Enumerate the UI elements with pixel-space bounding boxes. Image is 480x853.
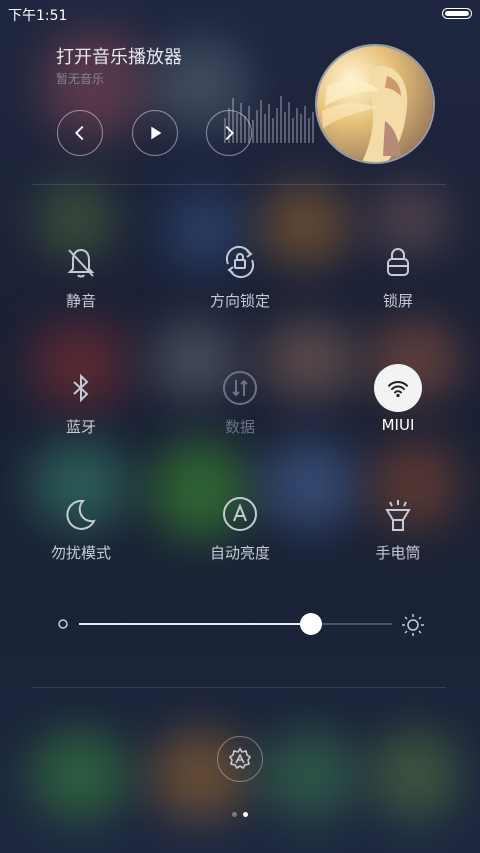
sun-small-icon — [58, 619, 68, 629]
page-dot-active — [243, 812, 248, 817]
status-time: 下午1:51 — [8, 8, 68, 24]
bluetooth-icon — [57, 364, 105, 412]
toggle-do-not-disturb[interactable]: 勿扰模式 — [21, 490, 141, 563]
brightness-slider-fill — [79, 623, 311, 625]
toggle-label: 手电筒 — [375, 544, 421, 562]
wifi-icon — [374, 364, 422, 412]
toggle-label: MIUI — [381, 416, 415, 434]
rotation-lock-icon — [216, 238, 264, 286]
toggle-label: 勿扰模式 — [50, 544, 111, 562]
auto-brightness-icon — [216, 490, 264, 538]
toggle-mobile-data[interactable]: 数据 — [180, 364, 300, 437]
toggle-rotation-lock[interactable]: 方向锁定 — [180, 238, 300, 311]
toggle-wifi[interactable]: MIUI — [338, 364, 458, 434]
battery-icon — [442, 8, 472, 19]
toggle-lock-screen[interactable]: 锁屏 — [338, 238, 458, 311]
toggle-label: 方向锁定 — [209, 292, 270, 310]
toggle-mute[interactable]: 静音 — [21, 238, 141, 311]
toggle-label: 蓝牙 — [65, 418, 96, 436]
album-art[interactable] — [315, 44, 435, 164]
toggle-flashlight[interactable]: 手电筒 — [338, 490, 458, 563]
toggle-label: 静音 — [65, 292, 96, 310]
brightness-slider-thumb[interactable] — [299, 613, 322, 635]
brightness-slider[interactable] — [79, 613, 392, 635]
music-subtitle: 暂无音乐 — [56, 72, 105, 86]
divider-bottom — [32, 687, 446, 688]
toggle-label: 自动亮度 — [209, 544, 270, 562]
status-bar: 下午1:51 — [0, 0, 480, 28]
data-transfer-icon — [216, 364, 264, 412]
bell-off-icon — [57, 238, 105, 286]
play-icon — [151, 126, 162, 140]
toggle-label: 锁屏 — [382, 292, 413, 310]
page-dot — [232, 812, 237, 817]
play-button[interactable] — [132, 110, 178, 156]
page-indicator — [228, 812, 252, 818]
music-title[interactable]: 打开音乐播放器 — [56, 43, 182, 69]
equalizer-visualizer — [224, 96, 314, 143]
flashlight-icon — [374, 490, 422, 538]
toggle-bluetooth[interactable]: 蓝牙 — [21, 364, 141, 437]
lock-icon — [374, 238, 422, 286]
previous-button[interactable] — [57, 110, 103, 156]
settings-button[interactable] — [217, 736, 263, 782]
sun-large-icon — [402, 614, 424, 636]
moon-icon — [57, 490, 105, 538]
gear-icon — [228, 747, 252, 770]
toggle-auto-brightness[interactable]: 自动亮度 — [180, 490, 300, 563]
toggle-label: 数据 — [224, 418, 255, 436]
chevron-left-icon — [75, 125, 84, 141]
divider-top — [32, 184, 446, 185]
